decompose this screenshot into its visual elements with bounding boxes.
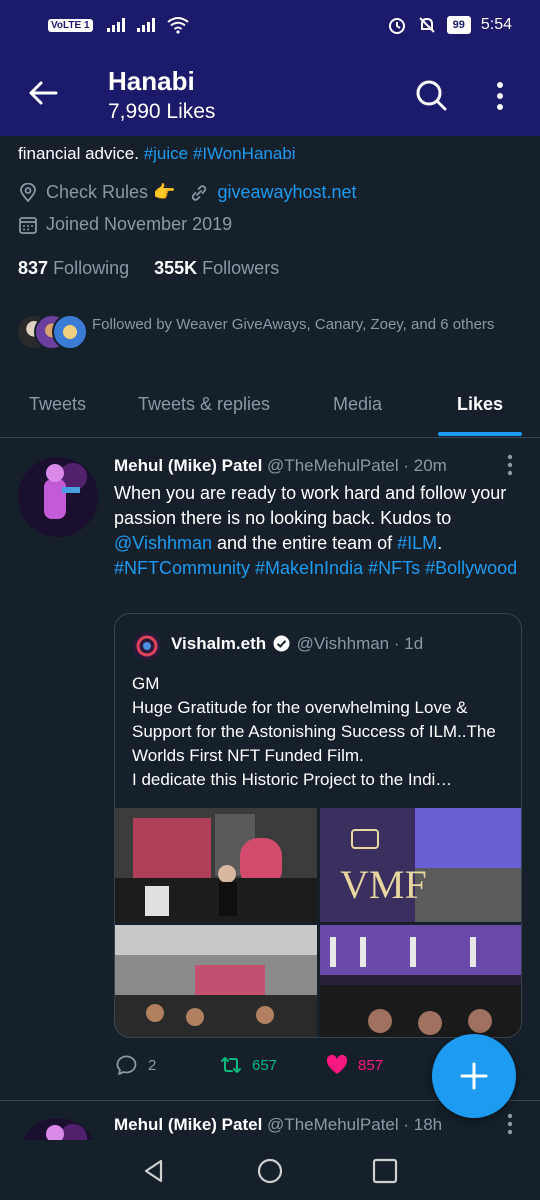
mention-link[interactable]: @Vishhman <box>114 533 212 553</box>
media-image[interactable] <box>320 925 522 1038</box>
avatar <box>52 314 88 350</box>
calendar-icon <box>19 216 37 234</box>
like-button[interactable]: 857 <box>326 1054 383 1076</box>
followers-you-know-avatars[interactable] <box>16 314 88 350</box>
back-triangle-icon[interactable] <box>141 1158 167 1184</box>
more-vertical-icon[interactable] <box>490 80 510 112</box>
media-image[interactable]: VMF <box>320 808 522 922</box>
quoted-tweet[interactable]: Vishalm.eth @Vishhman · 1d GM Huge Grati… <box>114 613 522 1038</box>
hashtag-link[interactable]: #ILM <box>397 533 437 553</box>
avatar[interactable] <box>18 457 98 537</box>
media-image[interactable] <box>115 925 317 1038</box>
heart-icon <box>326 1054 348 1074</box>
profile-bio: financial advice. #juice #IWonHanabi <box>18 144 296 163</box>
location-pin-icon <box>20 182 36 202</box>
hashtag-link[interactable]: #juice <box>144 144 188 163</box>
more-vertical-icon[interactable] <box>506 454 514 476</box>
tab-likes[interactable]: Likes <box>457 394 503 415</box>
quoted-tweet-text: GM Huge Gratitude for the overwhelming L… <box>132 674 496 789</box>
tweet-actions: 2 657 857 <box>114 1054 444 1084</box>
media-grid: VMF <box>115 808 522 1038</box>
tweet-header: Mehul (Mike) Patel @TheMehulPatel · 20m <box>114 456 447 476</box>
alarm-icon <box>388 18 405 34</box>
back-arrow-icon[interactable] <box>26 76 60 110</box>
quoted-tweet-header: Vishalm.eth @Vishhman · 1d <box>171 634 424 653</box>
reply-button[interactable]: 2 <box>116 1054 156 1076</box>
followers-link[interactable]: 355K Followers <box>154 258 279 278</box>
compose-tweet-button[interactable] <box>432 1034 516 1118</box>
retweet-button[interactable]: 657 <box>220 1054 277 1076</box>
verified-badge-icon <box>273 635 290 652</box>
reply-icon <box>116 1055 137 1075</box>
hashtag-link[interactable]: #IWonHanabi <box>193 144 296 163</box>
system-nav-bar <box>0 1140 540 1200</box>
joined-date: Joined November 2019 <box>46 214 233 234</box>
media-image[interactable] <box>115 808 317 922</box>
search-icon[interactable] <box>414 78 448 112</box>
quoted-author-name: Vishalm.eth <box>171 634 267 653</box>
author-handle[interactable]: @TheMehulPatel <box>267 1115 399 1134</box>
volte-indicator: VoLTE 1 <box>48 18 93 32</box>
following-link[interactable]: 837 Following <box>18 258 129 278</box>
tweet-time: · 18h <box>403 1115 443 1134</box>
tweet-header: Mehul (Mike) Patel @TheMehulPatel · 18h <box>114 1115 442 1135</box>
clock: 5:54 <box>480 16 512 33</box>
home-circle-icon[interactable] <box>257 1158 283 1184</box>
plus-icon <box>460 1062 488 1090</box>
page-title: Hanabi <box>108 66 195 96</box>
link-icon <box>192 184 207 201</box>
avatar <box>133 632 161 660</box>
author-name[interactable]: Mehul (Mike) Patel <box>114 456 262 475</box>
svg-text:VMF: VMF <box>340 862 427 907</box>
wifi-icon <box>166 17 189 34</box>
tab-media[interactable]: Media <box>333 394 382 415</box>
author-name[interactable]: Mehul (Mike) Patel <box>114 1115 262 1134</box>
battery-indicator: 99 <box>446 16 471 34</box>
likes-count: 7,990 Likes <box>108 100 216 123</box>
active-tab-indicator <box>438 432 522 436</box>
profile-meta-row: Check Rules 👉 giveawayhost.net <box>18 182 357 203</box>
status-bar: VoLTE 1 99 5:54 <box>0 0 540 50</box>
website-link[interactable]: giveawayhost.net <box>217 182 356 203</box>
more-vertical-icon[interactable] <box>506 1113 514 1135</box>
tweet-time: · 20m <box>403 456 447 475</box>
tab-tweets-replies[interactable]: Tweets & replies <box>138 394 270 415</box>
recents-square-icon[interactable] <box>372 1158 398 1184</box>
signal-icon-2 <box>136 18 155 32</box>
tweet-text: When you are ready to work hard and foll… <box>114 483 518 578</box>
location-text: Check Rules 👉 <box>46 182 176 202</box>
joined-row: Joined November 2019 <box>18 214 232 235</box>
followed-by-text[interactable]: Followed by Weaver GiveAways, Canary, Zo… <box>92 314 512 336</box>
profile-header: Hanabi 7,990 Likes <box>0 50 540 136</box>
tab-tweets[interactable]: Tweets <box>29 394 86 415</box>
profile-tabs: Tweets Tweets & replies Media Likes <box>0 380 540 438</box>
follow-stats: 837 Following 355K Followers <box>18 258 279 279</box>
author-handle[interactable]: @TheMehulPatel <box>267 456 399 475</box>
hashtag-link[interactable]: #NFTCommunity #MakeInIndia #NFTs #Bollyw… <box>114 558 517 578</box>
mute-bell-icon <box>418 17 435 33</box>
signal-icon <box>106 18 125 32</box>
retweet-icon <box>221 1057 241 1073</box>
